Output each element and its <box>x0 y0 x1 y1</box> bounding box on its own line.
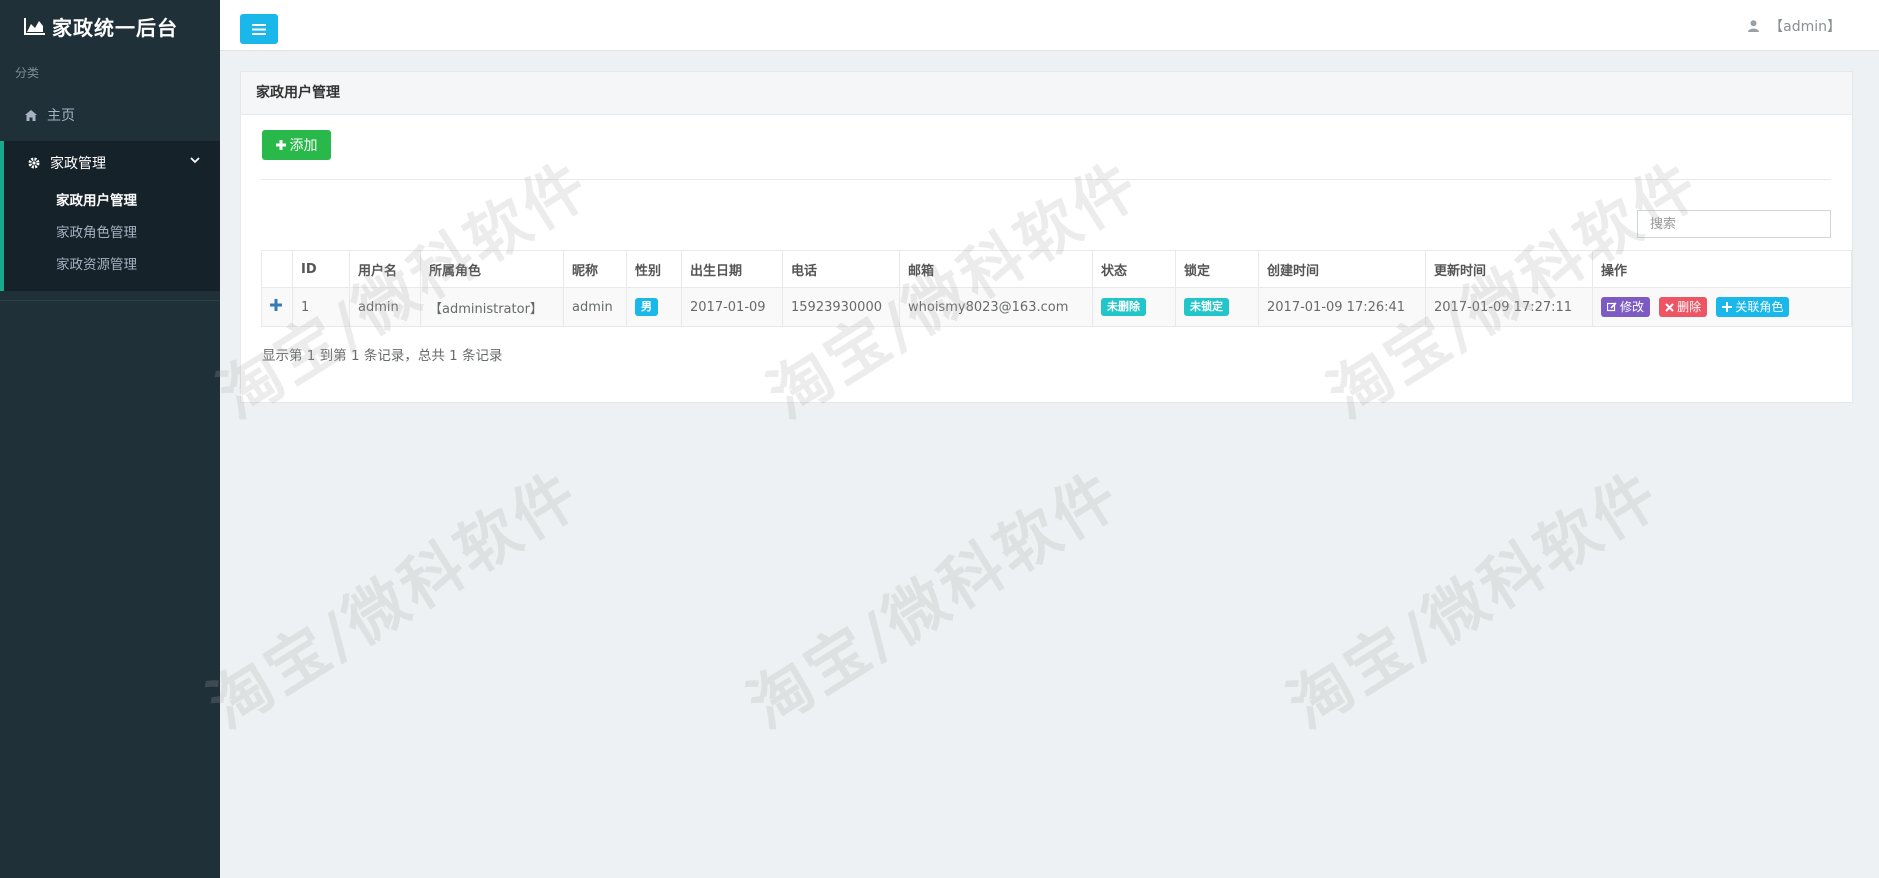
cell-lock: 未锁定 <box>1175 287 1259 327</box>
panel-title: 家政用户管理 <box>241 72 1852 115</box>
col-username[interactable]: 用户名 <box>349 250 421 288</box>
plus-icon <box>275 140 286 150</box>
watermark: 淘宝/微科软件 <box>1275 456 1673 743</box>
sidebar-group-label: 家政管理 <box>50 156 106 172</box>
cell-role: 【administrator】 <box>420 287 564 327</box>
col-expand <box>261 250 293 288</box>
delete-button-label: 删除 <box>1677 300 1702 315</box>
col-gender[interactable]: 性别 <box>626 250 682 288</box>
sidebar-group-housekeeping: 家政管理 家政用户管理 家政角色管理 家政资源管理 <box>0 141 220 291</box>
lock-badge: 未锁定 <box>1184 298 1229 316</box>
user-icon <box>1748 20 1760 32</box>
col-id[interactable]: ID <box>292 250 350 288</box>
watermark: 淘宝/微科软件 <box>195 456 593 743</box>
menu-toggle-button[interactable] <box>240 14 278 44</box>
sidebar: 家政统一后台 分类 主页 家政管理 家政用户管理 家政角色管理 家政资源管理 <box>0 0 220 878</box>
search-input[interactable] <box>1637 210 1831 238</box>
hamburger-icon <box>252 23 266 35</box>
sidebar-item-role-management[interactable]: 家政角色管理 <box>4 217 220 249</box>
col-status[interactable]: 状态 <box>1092 250 1176 288</box>
user-name: 【admin】 <box>1769 19 1841 35</box>
edit-icon <box>1607 302 1617 311</box>
cell-email: whoismy8023@163.com <box>899 287 1093 327</box>
col-phone[interactable]: 电话 <box>782 250 900 288</box>
add-button[interactable]: 添加 <box>262 130 331 160</box>
close-icon <box>1665 303 1674 312</box>
add-button-label: 添加 <box>289 138 318 154</box>
col-lock[interactable]: 锁定 <box>1175 250 1259 288</box>
col-email[interactable]: 邮箱 <box>899 250 1093 288</box>
sidebar-group-toggle[interactable]: 家政管理 <box>4 141 220 185</box>
expand-plus-icon[interactable] <box>270 299 282 311</box>
cell-gender: 男 <box>626 287 682 327</box>
area-chart-icon <box>24 18 45 35</box>
chevron-down-icon <box>190 157 200 164</box>
sidebar-divider <box>0 300 220 301</box>
watermark: 淘宝/微科软件 <box>735 456 1133 743</box>
cell-nickname: admin <box>563 287 627 327</box>
cell-id: 1 <box>292 287 350 327</box>
table-header-row: ID 用户名 所属角色 昵称 性别 出生日期 电话 邮箱 状态 锁定 创建时间 … <box>261 250 1852 288</box>
cell-birthday: 2017-01-09 <box>681 287 783 327</box>
brand[interactable]: 家政统一后台 <box>0 0 220 52</box>
row-expand-cell[interactable] <box>261 287 293 327</box>
brand-title: 家政统一后台 <box>52 15 178 40</box>
link-role-button[interactable]: 关联角色 <box>1716 296 1790 317</box>
cell-actions: 修改 删除 关联角色 <box>1592 287 1852 327</box>
cell-username: admin <box>349 287 421 327</box>
home-icon <box>25 109 37 121</box>
sidebar-item-user-management[interactable]: 家政用户管理 <box>4 185 220 217</box>
user-table: ID 用户名 所属角色 昵称 性别 出生日期 电话 邮箱 状态 锁定 创建时间 … <box>261 250 1852 327</box>
col-updated[interactable]: 更新时间 <box>1425 250 1593 288</box>
edit-button-label: 修改 <box>1620 299 1645 314</box>
col-birthday[interactable]: 出生日期 <box>681 250 783 288</box>
gear-icon <box>28 157 40 169</box>
delete-button[interactable]: 删除 <box>1659 297 1708 318</box>
status-badge: 未删除 <box>1101 298 1146 316</box>
col-nickname[interactable]: 昵称 <box>563 250 627 288</box>
cell-created: 2017-01-09 17:26:41 <box>1258 287 1426 327</box>
col-role[interactable]: 所属角色 <box>420 250 564 288</box>
gender-badge: 男 <box>635 298 658 316</box>
edit-button[interactable]: 修改 <box>1601 296 1651 317</box>
move-icon <box>1722 301 1733 312</box>
pagination-info: 显示第 1 到第 1 条记录，总共 1 条记录 <box>262 348 503 364</box>
col-actions: 操作 <box>1592 250 1852 288</box>
sidebar-item-home-label: 主页 <box>47 108 75 124</box>
cell-status: 未删除 <box>1092 287 1176 327</box>
user-menu[interactable]: 【admin】 <box>1748 16 1841 36</box>
panel-divider <box>261 179 1831 180</box>
sidebar-item-home[interactable]: 主页 <box>0 95 220 135</box>
cell-updated: 2017-01-09 17:27:11 <box>1425 287 1593 327</box>
user-management-panel: 家政用户管理 添加 ID 用户名 所属角色 昵称 性别 出生日期 电话 邮箱 状… <box>240 71 1853 403</box>
sidebar-category-label: 分类 <box>15 66 40 80</box>
top-bar: 【admin】 <box>220 0 1879 51</box>
col-created[interactable]: 创建时间 <box>1258 250 1426 288</box>
sidebar-item-resource-management[interactable]: 家政资源管理 <box>4 249 220 281</box>
table-row: 1 admin 【administrator】 admin 男 2017-01-… <box>261 287 1852 327</box>
link-role-button-label: 关联角色 <box>1735 299 1784 314</box>
cell-phone: 15923930000 <box>782 287 900 327</box>
